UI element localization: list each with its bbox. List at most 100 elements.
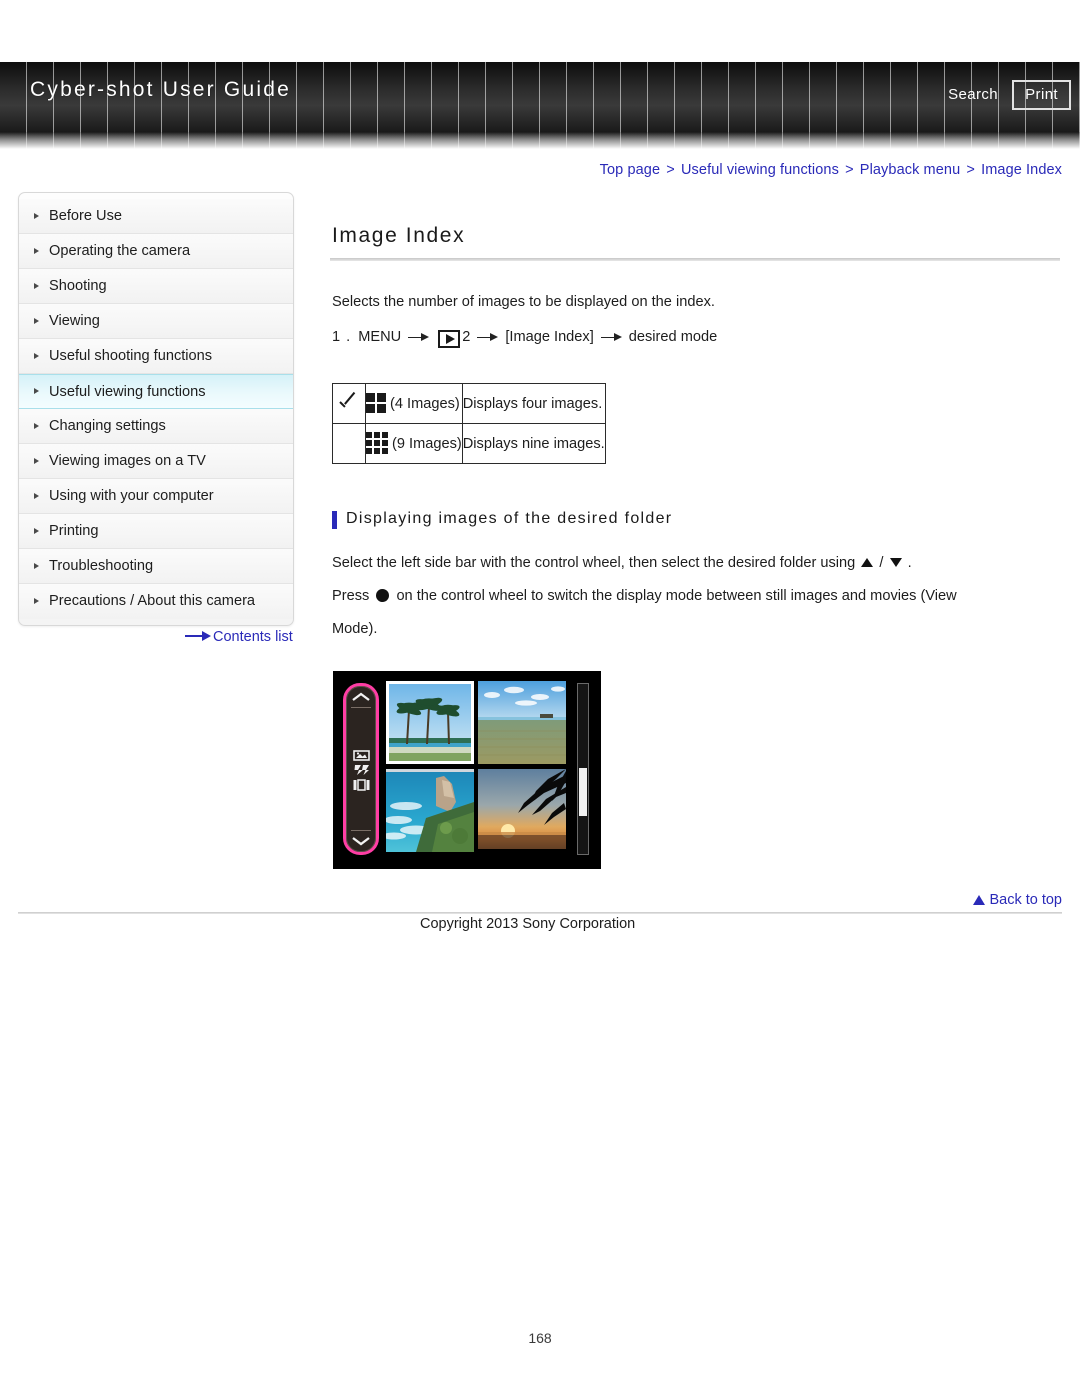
header-fade-strip [0, 132, 1080, 149]
camera-view-mode-icons [352, 748, 370, 791]
contents-list-label: Contents list [213, 629, 293, 645]
breadcrumb: Top page > Useful viewing functions > Pl… [600, 162, 1062, 178]
chevron-right-icon [34, 562, 39, 569]
camera-scrollbar-thumb[interactable] [579, 768, 587, 816]
sidebar-item-operating-the-camera[interactable]: Operating the camera [19, 234, 293, 269]
sidebar-item-shooting[interactable]: Shooting [19, 269, 293, 304]
step-number: 1 . [332, 329, 352, 345]
back-to-top-link[interactable]: Back to top [973, 892, 1062, 908]
chevron-right-icon [34, 388, 39, 394]
contents-list-link[interactable]: Contents list [185, 629, 293, 645]
back-to-top-label: Back to top [989, 892, 1062, 908]
breadcrumb-separator: > [666, 162, 675, 178]
sidebar-item-label: Changing settings [49, 418, 166, 434]
sidebar-item-before-use[interactable]: Before Use [19, 199, 293, 234]
subsection-separator: / [879, 555, 884, 571]
subsection-paragraph-2: Press on the control wheel to switch the… [332, 581, 1060, 612]
breadcrumb-separator: > [966, 162, 975, 178]
chevron-down-icon [351, 835, 371, 846]
sidebar-item-label: Precautions / About this camera [49, 593, 256, 609]
description-cell: Displays nine images. [461, 423, 606, 464]
sidebar-item-useful-shooting-functions[interactable]: Useful shooting functions [19, 339, 293, 374]
sidebar-item-troubleshooting[interactable]: Troubleshooting [19, 549, 293, 584]
sidebar-item-changing-settings[interactable]: Changing settings [19, 409, 293, 444]
chevron-right-icon [34, 352, 39, 359]
print-button[interactable]: Print [1012, 80, 1071, 110]
chevron-right-icon [34, 212, 39, 219]
arrow-right-icon [600, 333, 622, 343]
breadcrumb-item-top-page[interactable]: Top page [600, 162, 660, 178]
option-label: (9 Images) [392, 435, 462, 452]
table-row[interactable]: (4 Images) Displays four images. [332, 383, 606, 424]
subsection-paragraph-3: Mode). [332, 621, 378, 637]
search-link[interactable]: Search [948, 86, 998, 103]
sidebar-item-precautions-about-this-camera[interactable]: Precautions / About this camera [19, 584, 293, 619]
arrow-up-icon [973, 895, 986, 905]
thumbnail-palm-sunset[interactable] [478, 769, 566, 852]
sidebar-navigation: Before Use Operating the camera Shooting… [18, 192, 294, 626]
page-number: 168 [528, 1330, 552, 1346]
still-image-icon [353, 778, 370, 791]
footer-divider [18, 912, 1062, 914]
thumbnail-palm-trees[interactable] [386, 681, 474, 764]
option-label: (4 Images) [390, 395, 460, 412]
title-divider [330, 258, 1060, 261]
sidebar-item-label: Before Use [49, 208, 123, 224]
playback-icon [438, 329, 461, 348]
sidebar-item-printing[interactable]: Printing [19, 514, 293, 549]
option-cell: (4 Images) [365, 383, 463, 424]
sidebar-item-label: Printing [49, 523, 99, 539]
camera-index-screen-illustration [333, 671, 601, 869]
chevron-right-icon [34, 422, 39, 429]
divider [351, 830, 371, 831]
options-table: (4 Images) Displays four images. (9 Imag… [332, 383, 606, 464]
intro-paragraph: Selects the number of images to be displ… [332, 294, 715, 310]
chevron-right-icon [34, 492, 39, 499]
selected-checkmark-cell [332, 383, 366, 424]
sidebar-item-label: Viewing [49, 313, 100, 329]
site-title: Cyber-shot User Guide [30, 78, 291, 101]
chevron-right-icon [34, 317, 39, 324]
camera-thumbnail-grid [386, 681, 566, 859]
grid-4-icon [366, 392, 386, 413]
chevron-right-icon [34, 247, 39, 254]
sidebar-item-label: Operating the camera [49, 243, 191, 259]
menu-item-label: [Image Index] [505, 329, 594, 345]
subsection-heading: Displaying images of the desired folder [332, 510, 1060, 529]
sidebar-item-label: Troubleshooting [49, 558, 154, 574]
chevron-right-icon [34, 598, 39, 604]
subsection-text-a: Select the left side bar with the contro… [332, 555, 856, 571]
camera-scrollbar[interactable] [577, 683, 589, 855]
divider [351, 707, 371, 708]
description-cell: Displays four images. [461, 383, 606, 424]
chevron-up-icon [351, 692, 371, 703]
sidebar-item-useful-viewing-functions[interactable]: Useful viewing functions [19, 374, 293, 409]
selected-checkmark-cell [332, 423, 366, 464]
option-cell: (9 Images) [365, 423, 463, 464]
sidebar-item-using-with-your-computer[interactable]: Using with your computer [19, 479, 293, 514]
folder-image-icon [352, 748, 370, 761]
sidebar-item-label: Using with your computer [49, 488, 214, 504]
sidebar-item-label: Useful shooting functions [49, 348, 213, 364]
thumbnail-sea-horizon[interactable] [478, 681, 566, 764]
chevron-right-icon [34, 527, 39, 534]
sidebar-item-viewing-images-on-a-tv[interactable]: Viewing images on a TV [19, 444, 293, 479]
press-label: Press [332, 588, 370, 604]
grid-9-icon [366, 431, 388, 454]
subsection-text-c: on the control wheel to switch the displ… [396, 588, 957, 604]
table-row[interactable]: (9 Images) Displays nine images. [332, 423, 606, 464]
center-button-icon [376, 588, 390, 602]
menu-result-label: desired mode [628, 329, 718, 345]
chevron-right-icon [34, 457, 39, 464]
breadcrumb-item-playback-menu[interactable]: Playback menu [860, 162, 960, 178]
menu-page-number: 2 [462, 329, 471, 345]
arrow-down-icon [889, 557, 902, 567]
arrow-up-icon [861, 557, 874, 567]
thumbnail-coastal-cliff[interactable] [386, 769, 474, 852]
breadcrumb-separator: > [845, 162, 854, 178]
breadcrumb-item-useful-viewing-functions[interactable]: Useful viewing functions [681, 162, 839, 178]
breadcrumb-item-image-index[interactable]: Image Index [981, 162, 1062, 178]
sidebar-item-label: Useful viewing functions [49, 384, 206, 400]
sidebar-item-viewing[interactable]: Viewing [19, 304, 293, 339]
arrow-right-icon [477, 333, 499, 343]
